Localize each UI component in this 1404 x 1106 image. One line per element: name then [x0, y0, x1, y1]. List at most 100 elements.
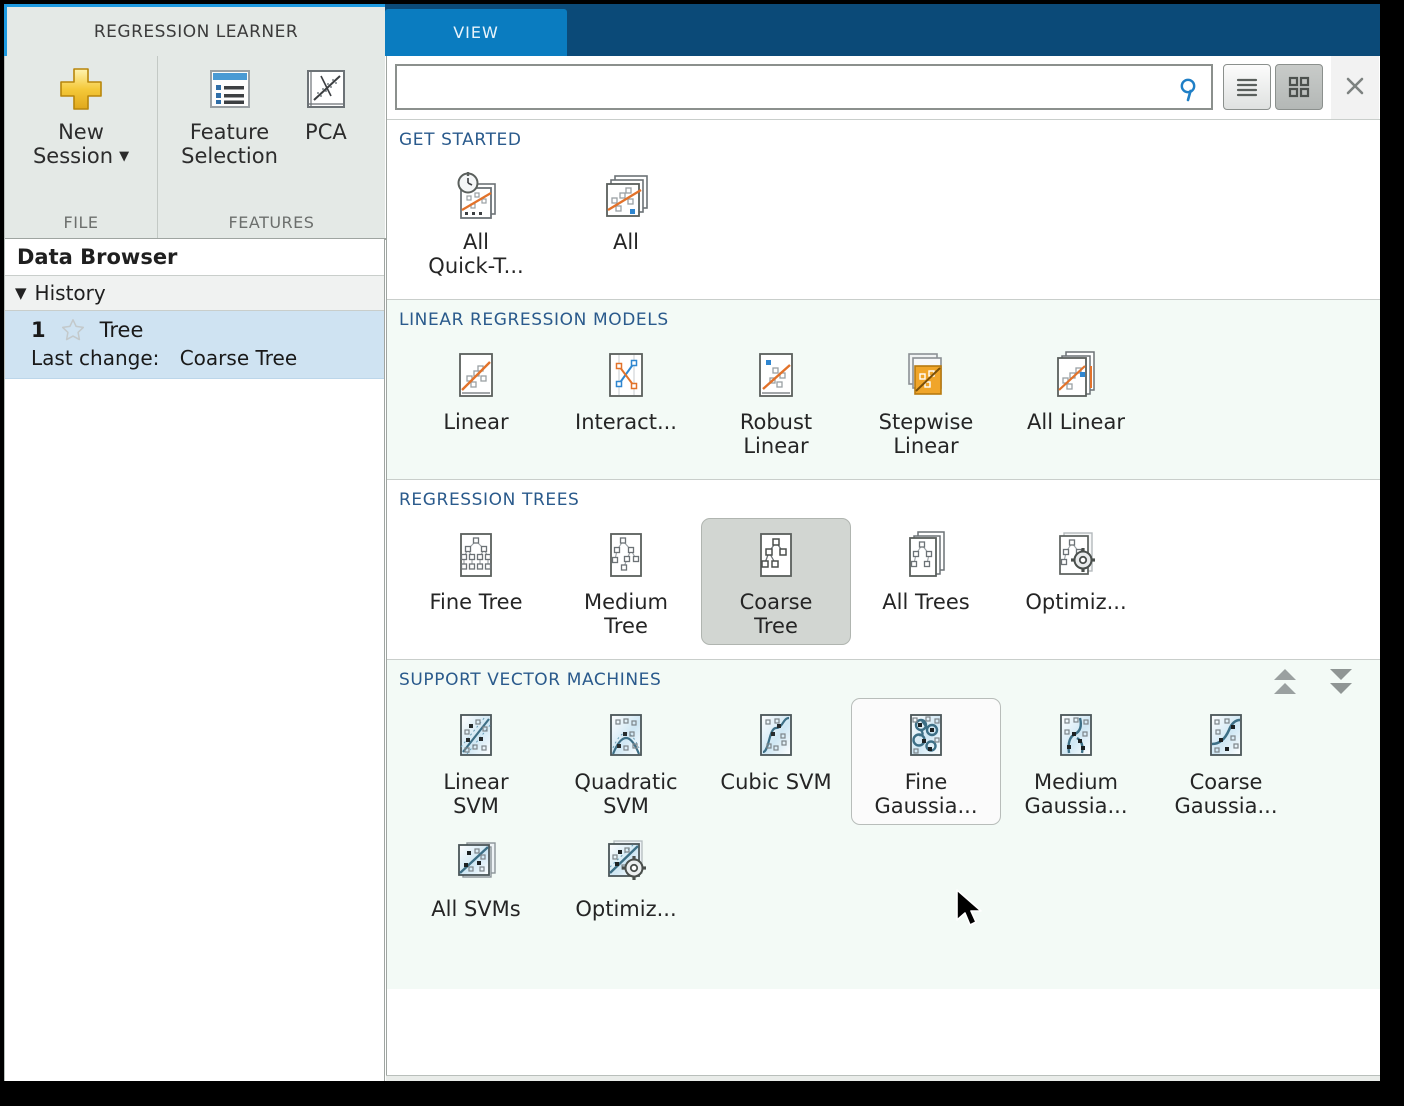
tile-all-quick-to-train[interactable]: All Quick-T...	[401, 158, 551, 285]
feature-selection-label-line1: Feature	[189, 120, 270, 144]
double-chevron-up-icon[interactable]	[1270, 666, 1300, 700]
search-box[interactable]	[395, 64, 1213, 110]
tile-label-line1: All Trees	[882, 590, 970, 615]
list-view-icon	[1224, 71, 1270, 101]
star-icon[interactable]	[60, 317, 86, 343]
coarse-gaussian-svm-icon	[1197, 707, 1255, 765]
new-session-label-line1: New	[58, 120, 104, 144]
tile-all-models[interactable]: All	[551, 158, 701, 285]
gallery-section-regression-trees: REGRESSION TREES Fine Tree Medium Tree C…	[387, 479, 1380, 660]
gallery-scroll-controls	[1270, 666, 1356, 700]
tile-interactions-linear[interactable]: Interact...	[551, 338, 701, 465]
new-session-button[interactable]: New Session ▼	[27, 56, 135, 168]
tile-medium-tree[interactable]: Medium Tree	[551, 518, 701, 645]
fine-gaussian-svm-icon	[897, 707, 955, 765]
tile-label-line1: All Linear	[1027, 410, 1125, 435]
tile-fine-gaussian-svm[interactable]: Fine Gaussia...	[851, 698, 1001, 826]
ribbon-tabstrip: REGRESSION LEARNER VIEW	[4, 4, 1380, 56]
history-item-name: Tree	[99, 318, 144, 342]
grid-view-icon	[1276, 71, 1322, 101]
history-item-last-change-label: Last change:	[31, 346, 160, 370]
data-browser-panel: Data Browser ▼ History 1 Tree Last chang…	[4, 239, 385, 1081]
list-view-button[interactable]	[1223, 64, 1271, 110]
fine-tree-icon	[447, 527, 505, 585]
all-models-icon	[597, 167, 655, 225]
ribbon-group-features-label: FEATURES	[157, 206, 385, 239]
chevron-down-icon[interactable]: ▼	[119, 150, 129, 163]
tile-label-line1: Medium	[584, 590, 668, 615]
tile-label-line1: Medium	[1034, 770, 1118, 795]
tile-label-line1: Cubic SVM	[720, 770, 832, 795]
tile-all-trees[interactable]: All Trees	[851, 518, 1001, 645]
tile-coarse-tree[interactable]: Coarse Tree	[701, 518, 851, 646]
all-svms-icon	[447, 834, 505, 892]
tile-label-line1: Linear	[443, 410, 509, 435]
tile-optimizable-svm[interactable]: Optimiz...	[551, 825, 701, 945]
tile-label-line2: Quick-T...	[428, 253, 524, 278]
robust-linear-icon	[747, 347, 805, 405]
tile-label-line1: All	[612, 230, 640, 254]
plus-icon	[53, 64, 109, 116]
feature-selection-button[interactable]: Feature Selection	[175, 56, 284, 168]
tab-regression-learner[interactable]: REGRESSION LEARNER	[4, 4, 385, 56]
tile-stepwise-linear[interactable]: Stepwise Linear	[851, 338, 1001, 465]
tile-all-linear[interactable]: All Linear	[1001, 338, 1151, 465]
close-icon	[1342, 73, 1368, 103]
ribbon-group-file: New Session ▼	[5, 56, 157, 211]
gallery-section-get-started: GET STARTED All Quick-T... All	[387, 119, 1380, 300]
all-trees-icon	[897, 527, 955, 585]
all-quick-to-train-icon	[447, 167, 505, 225]
tile-linear[interactable]: Linear	[401, 338, 551, 465]
medium-gaussian-svm-icon	[1047, 707, 1105, 765]
collapse-caret-icon[interactable]: ▼	[15, 285, 27, 301]
tile-label-line1: Optimiz...	[1025, 590, 1127, 615]
gallery-section-support-vector-machines: SUPPORT VECTOR MACHINES Linear SVM Quadr…	[387, 659, 1380, 990]
tile-linear-svm[interactable]: Linear SVM	[401, 698, 551, 825]
tile-fine-tree[interactable]: Fine Tree	[401, 518, 551, 645]
grid-view-button[interactable]	[1275, 64, 1323, 110]
tile-medium-gaussian-svm[interactable]: Medium Gaussia...	[1001, 698, 1151, 825]
tile-quadratic-svm[interactable]: Quadratic SVM	[551, 698, 701, 825]
tile-coarse-gaussian-svm[interactable]: Coarse Gaussia...	[1151, 698, 1301, 825]
tile-label-line2: Gaussia...	[1024, 793, 1128, 818]
data-browser-title-label: Data Browser	[17, 245, 178, 269]
optimizable-svm-icon	[597, 834, 655, 892]
feature-selection-label-line2: Selection	[181, 144, 278, 169]
ribbon-group-features: Feature Selection PCA	[157, 56, 385, 211]
tile-label-line1: Optimiz...	[575, 897, 677, 922]
search-icon[interactable]	[1177, 76, 1203, 102]
new-session-label-line2: Session	[32, 144, 114, 169]
history-section-header[interactable]: ▼ History	[5, 276, 384, 311]
search-input[interactable]	[397, 66, 1211, 108]
pca-label: PCA	[305, 120, 347, 144]
pca-icon	[298, 64, 354, 116]
linear-svm-icon	[447, 707, 505, 765]
app-window: REGRESSION LEARNER VIEW New Session ▼ Fe…	[4, 4, 1380, 1081]
pca-button[interactable]: PCA	[284, 56, 368, 144]
tile-label-line1: Fine	[904, 770, 948, 795]
close-gallery-button[interactable]	[1331, 56, 1379, 119]
tile-label-line2: Linear	[893, 433, 959, 458]
tile-cubic-svm[interactable]: Cubic SVM	[701, 698, 851, 825]
gallery-section-heading: GET STARTED	[399, 130, 522, 150]
gallery-section-heading: LINEAR REGRESSION MODELS	[399, 310, 669, 331]
tile-all-svms[interactable]: All SVMs	[401, 825, 551, 945]
history-item-last-change-value: Coarse Tree	[179, 346, 298, 370]
tile-label-line2: Linear	[743, 433, 809, 458]
gallery-section-heading: SUPPORT VECTOR MACHINES	[399, 670, 662, 691]
history-section-label: History	[34, 281, 106, 305]
gallery-bottom-edge	[386, 1075, 1380, 1081]
linear-icon	[447, 347, 505, 405]
tile-label-line2: SVM	[603, 793, 649, 818]
tile-robust-linear[interactable]: Robust Linear	[701, 338, 851, 465]
double-chevron-down-icon[interactable]	[1326, 666, 1356, 700]
tile-label-line1: Robust	[739, 410, 813, 435]
tab-view[interactable]: VIEW	[385, 9, 567, 56]
coarse-tree-icon	[747, 527, 805, 585]
tile-label-line1: All	[462, 230, 490, 254]
ribbon: New Session ▼ Feature Selection PCA FILE…	[4, 56, 386, 240]
tile-label-line1: Quadratic	[574, 770, 678, 795]
gallery-toolbar	[387, 56, 1380, 119]
history-list-item[interactable]: 1 Tree Last change: Coarse Tree	[5, 311, 384, 379]
tile-optimizable-tree[interactable]: Optimiz...	[1001, 518, 1151, 645]
